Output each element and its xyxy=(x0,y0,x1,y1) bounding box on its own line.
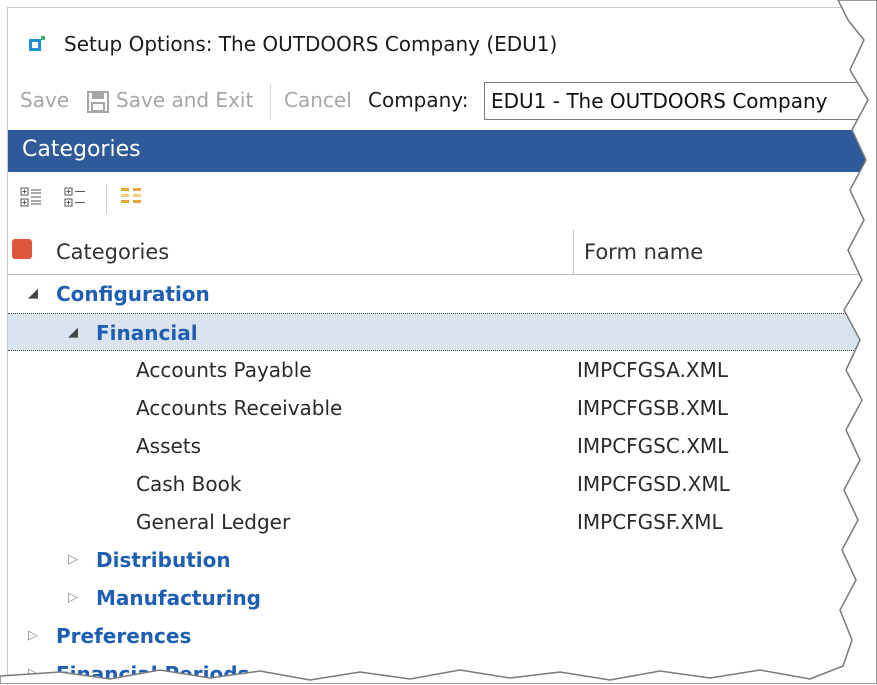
company-select[interactable]: EDU1 - The OUTDOORS Company xyxy=(484,82,868,120)
expanded-triangle-icon[interactable]: ◢ xyxy=(66,325,80,340)
tree-node-label: Configuration xyxy=(56,282,210,306)
title-bar: Setup Options: The OUTDOORS Company (EDU… xyxy=(8,8,868,74)
collapsed-triangle-icon[interactable]: ▷ xyxy=(26,666,40,681)
toolbar-divider xyxy=(270,84,271,120)
column-resize-handle[interactable] xyxy=(573,230,574,274)
tree-row-financial[interactable]: ◢ Financial xyxy=(8,313,868,351)
form-name-cell: IMPCFGSF.XML xyxy=(577,510,723,534)
form-name-cell: IMPCFGSC.XML xyxy=(577,434,729,458)
save-button[interactable]: Save xyxy=(20,88,69,112)
tree-row-assets[interactable]: Assets IMPCFGSC.XML xyxy=(8,427,868,465)
tree-row-general-ledger[interactable]: General Ledger IMPCFGSF.XML xyxy=(8,503,868,541)
tree-node-label: Financial Periods xyxy=(56,662,250,685)
tree-row-accounts-receivable[interactable]: Accounts Receivable IMPCFGSB.XML xyxy=(8,389,868,427)
save-and-exit-button[interactable]: Save and Exit xyxy=(116,88,253,112)
collapsed-triangle-icon[interactable]: ▷ xyxy=(66,590,80,605)
tree-row-accounts-payable[interactable]: Accounts Payable IMPCFGSA.XML xyxy=(8,351,868,389)
tree-toolbar xyxy=(8,172,868,230)
tree-row-financial-periods[interactable]: ▷ Financial Periods xyxy=(8,655,868,685)
collapse-all-icon[interactable] xyxy=(64,186,86,208)
toolbar: Save Save and Exit Cancel Company: EDU1 … xyxy=(8,74,868,130)
tree-row-preferences[interactable]: ▷ Preferences xyxy=(8,617,868,655)
categories-panel-header: Categories xyxy=(8,130,868,172)
tree-node-label: Financial xyxy=(96,321,198,345)
expanded-triangle-icon[interactable]: ◢ xyxy=(26,286,40,301)
window-title: Setup Options: The OUTDOORS Company (EDU… xyxy=(64,32,558,56)
tree-row-distribution[interactable]: ▷ Distribution xyxy=(8,541,868,579)
tree-node-label: General Ledger xyxy=(136,510,291,534)
tree-node-label: Manufacturing xyxy=(96,586,261,610)
cancel-button[interactable]: Cancel xyxy=(284,88,352,112)
collapsed-triangle-icon[interactable]: ▷ xyxy=(26,628,40,643)
tree-node-label: Preferences xyxy=(56,624,192,648)
tree-toolbar-divider xyxy=(106,184,107,214)
tree-row-manufacturing[interactable]: ▷ Manufacturing xyxy=(8,579,868,617)
group-icon[interactable] xyxy=(120,186,142,208)
grid-column-header: Categories Form name xyxy=(8,230,868,275)
tree-node-label: Accounts Payable xyxy=(136,358,312,382)
form-name-cell: IMPCFGSA.XML xyxy=(577,358,729,382)
column-form-name[interactable]: Form name xyxy=(584,240,703,264)
tree-node-label: Distribution xyxy=(96,548,231,572)
form-name-cell: IMPCFGSD.XML xyxy=(577,472,730,496)
floppy-disk-icon[interactable] xyxy=(86,90,110,114)
setup-options-window: Setup Options: The OUTDOORS Company (EDU… xyxy=(7,7,868,685)
company-label: Company: xyxy=(368,88,469,112)
collapsed-triangle-icon[interactable]: ▷ xyxy=(66,552,80,567)
tree-node-label: Accounts Receivable xyxy=(136,396,343,420)
form-name-cell: IMPCFGSB.XML xyxy=(577,396,729,420)
setup-options-icon xyxy=(29,36,45,51)
tree-row-cash-book[interactable]: Cash Book IMPCFGSD.XML xyxy=(8,465,868,503)
tree-node-label: Cash Book xyxy=(136,472,242,496)
tree-node-label: Assets xyxy=(136,434,202,458)
panel-title: Categories xyxy=(22,137,141,162)
column-categories[interactable]: Categories xyxy=(56,240,169,264)
expand-all-icon[interactable] xyxy=(20,186,42,208)
tree-row-configuration[interactable]: ◢ Configuration xyxy=(8,275,868,313)
column-chooser-marker[interactable] xyxy=(12,239,32,259)
